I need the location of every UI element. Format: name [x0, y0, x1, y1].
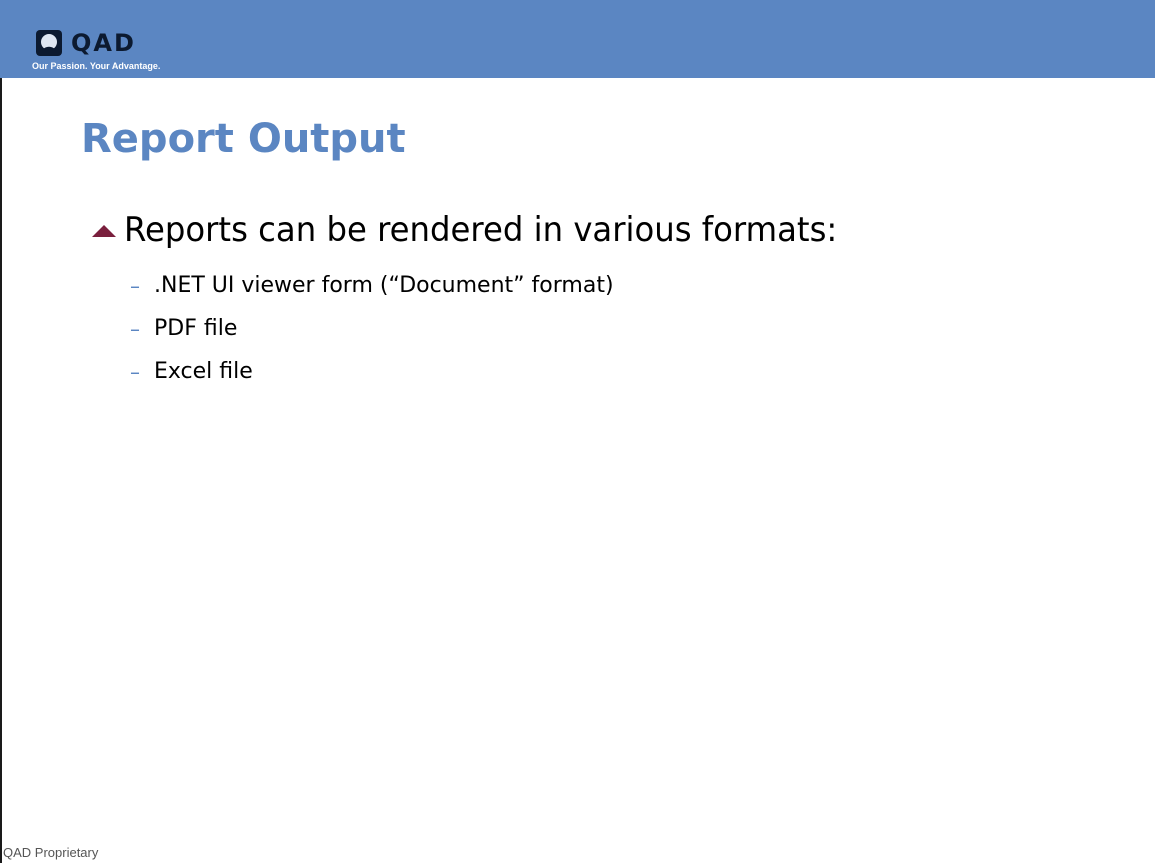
logo-wordmark: QAD — [71, 29, 136, 57]
sub-bullet-text: .NET UI viewer form (“Document” format) — [154, 272, 614, 298]
sub-bullet-item: – PDF file — [130, 307, 614, 350]
dash-bullet-icon: – — [130, 316, 140, 341]
qad-logo: QAD Our Passion. Your Advantage. — [30, 24, 190, 74]
sub-bullet-item: – Excel file — [130, 350, 614, 393]
sub-bullet-text: PDF file — [154, 315, 238, 341]
sub-bullet-list: – .NET UI viewer form (“Document” format… — [130, 264, 614, 393]
left-border-rule — [0, 78, 2, 863]
sub-bullet-text: Excel file — [154, 358, 253, 384]
footer-text: QAD Proprietary — [3, 845, 99, 860]
header-bar: QAD Our Passion. Your Advantage. — [0, 0, 1155, 78]
slide-title: Report Output — [81, 116, 406, 162]
qad-logo-icon — [36, 30, 62, 56]
bullet-text: Reports can be rendered in various forma… — [124, 210, 838, 250]
triangle-bullet-icon — [92, 225, 116, 237]
slide: QAD Our Passion. Your Advantage. Report … — [0, 0, 1155, 863]
dash-bullet-icon: – — [130, 359, 140, 384]
bullet-item: Reports can be rendered in various forma… — [90, 208, 875, 252]
dash-bullet-icon: – — [130, 273, 140, 298]
logo-tagline: Our Passion. Your Advantage. — [32, 61, 161, 71]
sub-bullet-item: – .NET UI viewer form (“Document” format… — [130, 264, 614, 307]
